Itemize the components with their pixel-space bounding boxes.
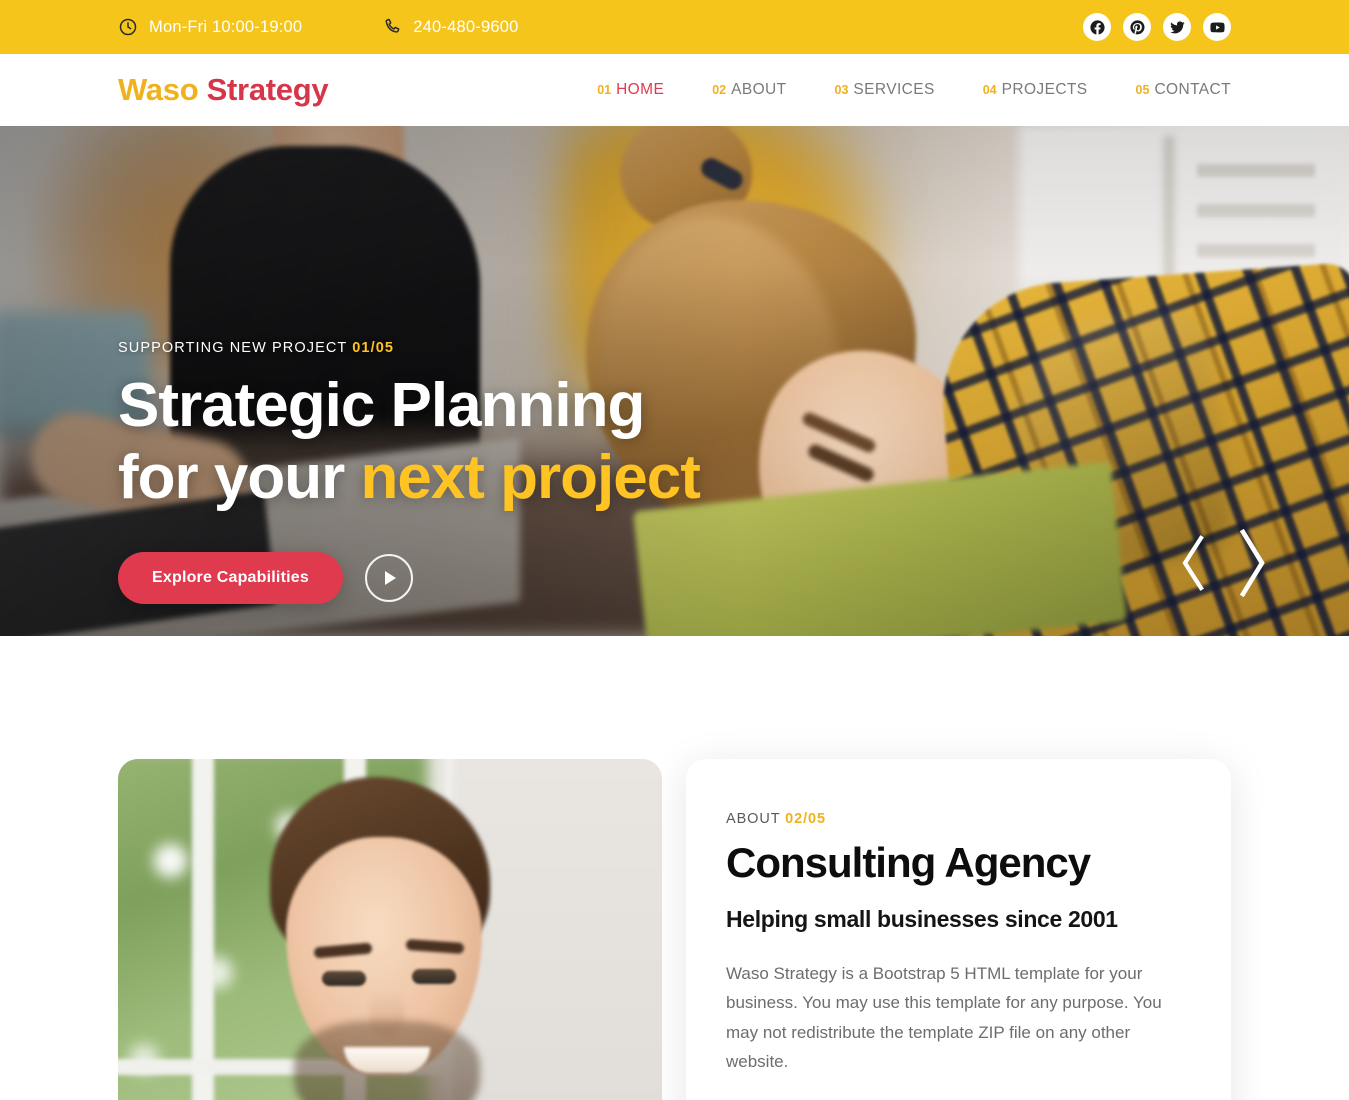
about-paragraph-1: Waso Strategy is a Bootstrap 5 HTML temp… (726, 964, 1162, 1071)
nav-item-home-number: 01 (597, 83, 612, 97)
nav-item-services[interactable]: 03 SERVICES (835, 75, 935, 105)
about-inner: ABOUT 02/05 Consulting Agency Helping sm… (0, 759, 1349, 1100)
phone-number[interactable]: 240-480-9600 (382, 17, 518, 37)
navbar: Waso Strategy 01 HOME 02 ABOUT 03 SERVICES … (0, 54, 1349, 126)
business-hours: Mon-Fri 10:00-19:00 (118, 17, 302, 37)
about-photo-nose (370, 991, 404, 1037)
nav-item-contact-label: CONTACT (1154, 81, 1231, 98)
hero-slide-counter: 01/05 (352, 340, 395, 356)
site-logo[interactable]: Waso Strategy (118, 72, 329, 108)
about-eyebrow-text: ABOUT (726, 811, 781, 827)
about-section: ABOUT 02/05 Consulting Agency Helping sm… (0, 636, 1349, 1100)
hero-eyebrow: SUPPORTING NEW PROJECT 01/05 (118, 340, 700, 356)
hero-slider-controls (1177, 526, 1271, 605)
about-photo-eye-left (322, 971, 366, 986)
hero-title: Strategic Planning for your next project (118, 370, 701, 514)
explore-capabilities-button[interactable]: Explore Capabilities (118, 551, 343, 604)
nav-item-services-number: 03 (834, 83, 849, 97)
logo-first-word: Waso (118, 72, 199, 107)
about-card: ABOUT 02/05 Consulting Agency Helping sm… (686, 759, 1231, 1100)
hero-title-line2: for your next project (118, 442, 701, 514)
nav-item-about[interactable]: 02 ABOUT (712, 75, 786, 105)
hero-cta-group: Explore Capabilities (118, 551, 700, 604)
phone-number-text: 240-480-9600 (413, 17, 519, 36)
about-photo-wall (452, 759, 662, 1100)
hero-title-line2-plain: for your (118, 442, 361, 512)
top-bar-inner: Mon-Fri 10:00-19:00 240-480-9600 (0, 0, 1349, 54)
play-video-button[interactable] (364, 553, 413, 602)
hero-title-highlight: next project (360, 442, 700, 512)
social-links (1083, 13, 1231, 41)
nav-item-projects-number: 04 (982, 83, 997, 97)
nav-item-about-number: 02 (712, 83, 727, 97)
business-hours-text: Mon-Fri 10:00-19:00 (149, 17, 303, 36)
nav-item-contact[interactable]: 05 CONTACT (1136, 75, 1231, 105)
play-icon (385, 570, 397, 585)
nav-item-projects[interactable]: 04 PROJECTS (983, 75, 1088, 105)
slider-prev-button[interactable] (1177, 532, 1209, 599)
about-subtitle: Helping small businesses since 2001 (726, 906, 1118, 933)
about-photo-window-frame (192, 759, 214, 1100)
about-section-counter: 02/05 (785, 811, 826, 827)
hero-eyebrow-text: SUPPORTING NEW PROJECT (118, 340, 348, 356)
nav-links: 01 HOME 02 ABOUT 03 SERVICES 04 PROJECTS 05 C… (597, 75, 1231, 105)
nav-item-home-label: HOME (616, 81, 665, 98)
top-bar: Mon-Fri 10:00-19:00 240-480-9600 (0, 0, 1349, 54)
hero-content: SUPPORTING NEW PROJECT 01/05 Strategic P… (118, 340, 701, 604)
about-photo-smile (344, 1047, 430, 1073)
twitter-icon[interactable] (1163, 13, 1191, 41)
clock-icon (118, 17, 138, 37)
slider-next-button[interactable] (1233, 526, 1271, 605)
phone-icon (382, 17, 402, 37)
navbar-inner: Waso Strategy 01 HOME 02 ABOUT 03 SERVICES … (0, 54, 1349, 126)
nav-item-contact-number: 05 (1135, 83, 1150, 97)
nav-item-about-label: ABOUT (731, 81, 787, 98)
nav-item-home[interactable]: 01 HOME (597, 75, 664, 105)
about-photo (118, 759, 662, 1100)
about-title: Consulting Agency (726, 839, 1091, 886)
youtube-icon[interactable] (1203, 13, 1231, 41)
nav-item-services-label: SERVICES (853, 81, 935, 98)
facebook-icon[interactable] (1083, 13, 1111, 41)
hero-title-line1: Strategic Planning (118, 371, 645, 440)
pinterest-icon[interactable] (1123, 13, 1151, 41)
about-photo-eye-right (412, 969, 456, 984)
nav-item-projects-label: PROJECTS (1001, 81, 1088, 98)
about-eyebrow: ABOUT 02/05 (726, 811, 1183, 827)
hero-slider: SUPPORTING NEW PROJECT 01/05 Strategic P… (0, 126, 1349, 636)
logo-second-word: Strategy (206, 72, 329, 107)
